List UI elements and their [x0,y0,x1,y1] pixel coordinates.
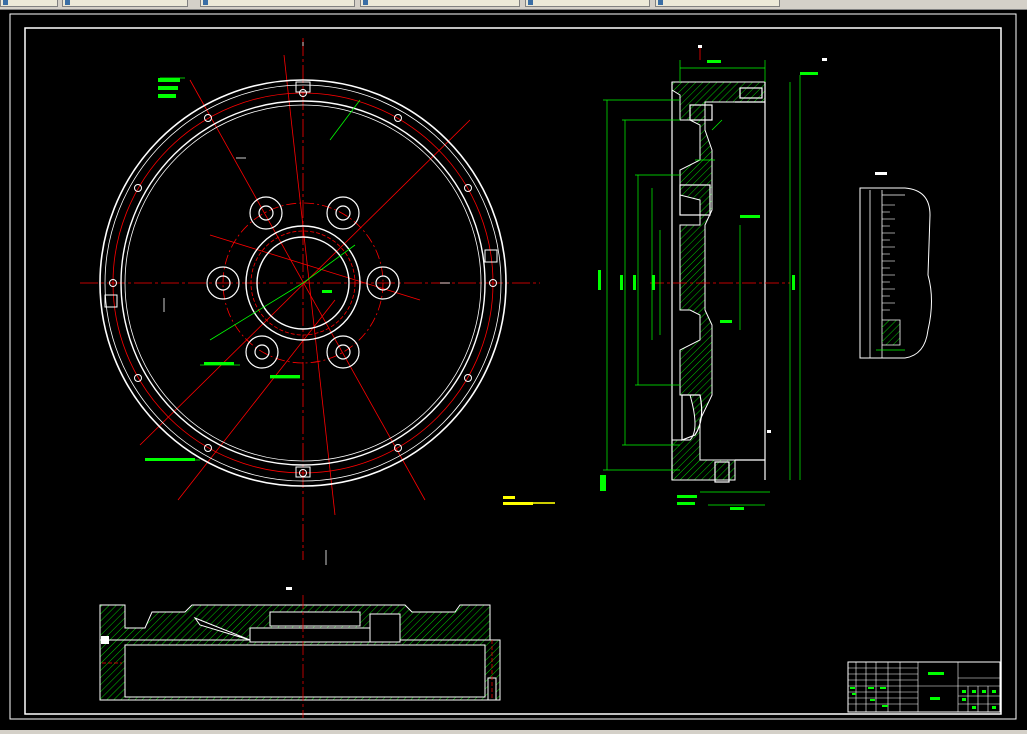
side-section-hatch [671,81,766,481]
window-icon [203,0,208,5]
taskbar-tab[interactable] [360,0,520,7]
taskbar-tab[interactable] [525,0,650,7]
front-dimensions [145,77,361,461]
bottom-section-view [99,587,501,718]
side-section-view [598,45,827,510]
taskbar-tab[interactable] [655,0,780,7]
window-icon [65,0,70,5]
status-strip [0,730,1027,734]
taskbar-tab[interactable] [0,0,58,7]
side-view-marks [698,45,827,433]
window-icon [658,0,663,5]
technical-requirements-note [503,496,555,505]
side-dimension-text [598,60,818,510]
taskbar-tab[interactable] [62,0,188,7]
front-centerlines [80,38,540,560]
window-icon [363,0,368,5]
rim-side-bosses [104,81,498,478]
side-centerlines [650,45,790,284]
cad-drawing-canvas[interactable] [0,9,1027,730]
front-view [80,38,555,565]
detail-view [859,172,932,359]
title-block [847,661,1001,713]
window-icon [528,0,533,5]
cad-window [0,0,1027,734]
detail-scale-ticks [882,204,895,311]
title-block-text-marks [850,672,996,709]
taskbar-tab[interactable] [200,0,355,7]
front-dimension-text [145,78,332,461]
window-icon [3,0,8,5]
